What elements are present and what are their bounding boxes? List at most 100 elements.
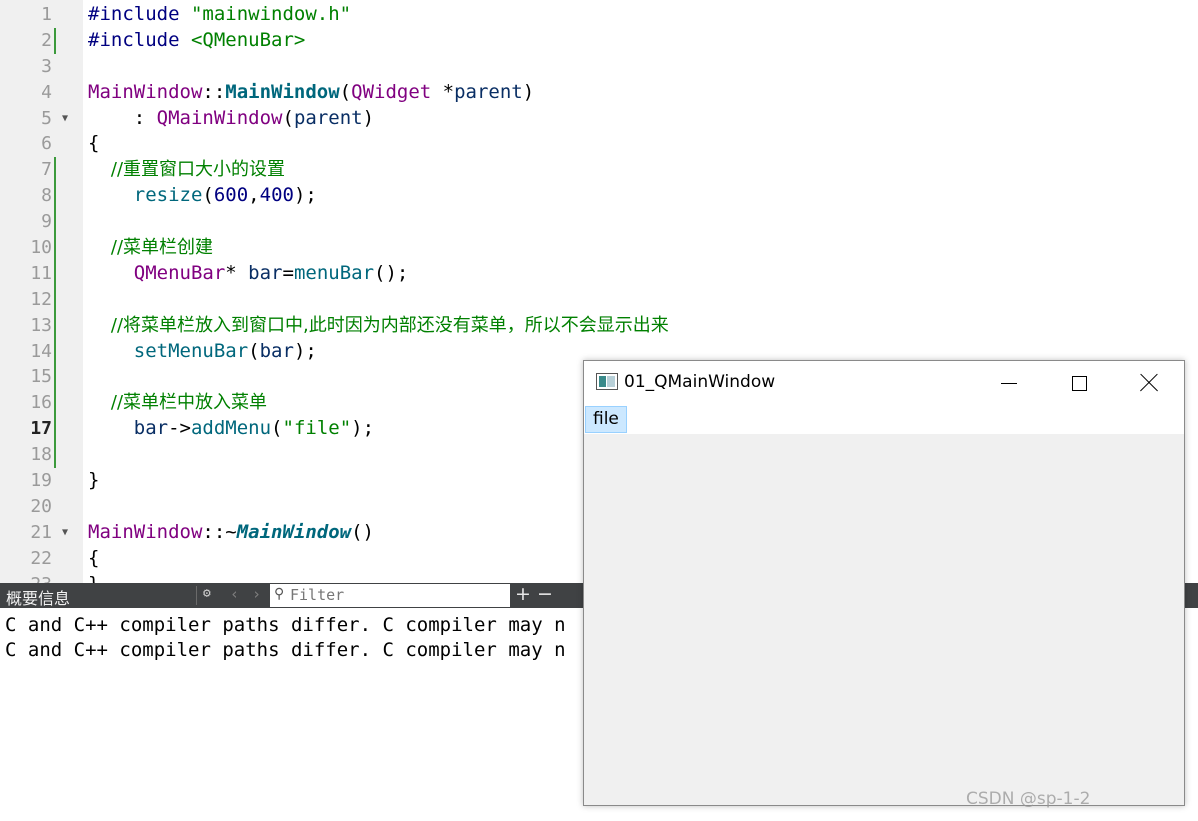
code-token: addMenu (190, 417, 272, 440)
code-token: ( (202, 184, 214, 207)
line-number: 23 (0, 572, 52, 583)
toolbar-separator (196, 586, 197, 605)
fold-arrow-icon[interactable]: ▼ (62, 106, 68, 132)
code-token: //菜单栏创建 (88, 237, 214, 259)
code-text: //菜单栏创建 (88, 235, 213, 261)
search-icon: ⚲ (274, 586, 285, 602)
code-token: //菜单栏中放入菜单 (88, 392, 268, 414)
line-number: 3 (41, 55, 52, 77)
line-number: 15 (30, 366, 52, 388)
code-text: //将菜单栏放入到窗口中,此时因为内部还没有菜单，所以不会显示出来 (88, 313, 669, 339)
output-line: C and C++ compiler paths differ. C compi… (5, 614, 566, 636)
code-token: "mainwindow.h" (190, 3, 352, 25)
menu-item-file[interactable]: file (585, 406, 627, 433)
code-token: = (282, 261, 294, 284)
code-text: } (88, 468, 99, 494)
change-marker (54, 312, 56, 339)
code-token: ) (522, 80, 535, 103)
line-number: 8 (41, 185, 52, 207)
minimize-button[interactable] (974, 361, 1044, 405)
code-token: menuBar (293, 261, 375, 284)
line-number: 18 (30, 444, 52, 466)
line-number: 16 (30, 392, 52, 414)
code-token: <QMenuBar> (190, 28, 306, 51)
menu-bar: file (584, 405, 1184, 434)
maximize-button[interactable] (1044, 361, 1114, 405)
maximize-icon (1071, 375, 1087, 391)
code-token: bar (259, 339, 294, 362)
line-number: 14 (30, 340, 52, 362)
code-token: : (88, 106, 157, 129)
code-token: resize (88, 184, 203, 207)
code-token: "file" (282, 417, 352, 440)
code-token: ); (351, 417, 375, 440)
line-number: 13 (30, 314, 52, 336)
code-text: resize(600,400); (88, 183, 317, 209)
line-number: 11 (30, 262, 52, 284)
next-item-icon[interactable]: › (252, 585, 261, 603)
code-token: * (431, 80, 455, 103)
change-marker (54, 260, 56, 287)
code-line: 6{ (0, 131, 1198, 157)
previous-item-icon[interactable]: ‹ (230, 585, 239, 603)
code-token: MainWindow (236, 520, 352, 543)
line-number: 5 (41, 107, 52, 129)
code-token: MainWindow (225, 80, 340, 103)
filter-input[interactable] (290, 585, 505, 605)
change-marker (54, 183, 56, 210)
code-line: 5 ▼ : QMainWindow(parent) (0, 106, 1198, 132)
zoom-out-button[interactable]: − (537, 583, 553, 605)
line-number: 2 (41, 29, 52, 51)
zoom-in-button[interactable]: + (515, 583, 531, 605)
fold-arrow-icon[interactable]: ▼ (62, 520, 68, 546)
change-marker (54, 209, 56, 236)
window-titlebar[interactable]: 01_QMainWindow (584, 361, 1184, 405)
code-token: ); (293, 339, 317, 362)
central-widget-area (584, 434, 1184, 805)
code-token: parent (293, 106, 363, 129)
code-token: , (248, 184, 260, 207)
line-number: 19 (30, 470, 52, 492)
code-line: 8 resize(600,400); (0, 183, 1198, 210)
change-marker (54, 157, 56, 184)
line-number: 17 (30, 418, 52, 440)
filter-field[interactable]: ⚲ (270, 584, 510, 607)
code-token: QMainWindow (156, 106, 283, 129)
code-token: bar (248, 261, 283, 284)
code-token: parent (454, 80, 523, 103)
code-line: 7 //重置窗口大小的设置 (0, 157, 1198, 184)
change-marker (54, 27, 56, 54)
watermark: CSDN @sp-1-2 (966, 789, 1091, 809)
change-marker (54, 442, 56, 469)
app-window-icon (596, 373, 618, 390)
code-token: 400 (259, 184, 294, 207)
code-token: * (225, 261, 249, 284)
filter-options-icon[interactable]: ⚙ (203, 586, 211, 601)
line-number: 1 (41, 4, 52, 25)
code-line: 12 (0, 286, 1198, 313)
code-token: () (351, 520, 374, 543)
code-token: { (88, 132, 100, 155)
code-token: (); (374, 261, 409, 284)
code-line: 10 //菜单栏创建 (0, 235, 1198, 261)
minimize-icon (1001, 382, 1017, 384)
code-line: 2 #include <QMenuBar> (0, 27, 1198, 54)
change-marker (54, 416, 56, 443)
close-button[interactable] (1114, 361, 1184, 405)
code-token: #include (88, 28, 191, 51)
change-marker (54, 390, 56, 417)
qmainwindow-app-window[interactable]: 01_QMainWindow file (583, 360, 1185, 806)
line-number: 20 (30, 495, 52, 517)
code-token: 600 (213, 184, 249, 207)
close-icon (1140, 374, 1158, 392)
code-text: QMenuBar* bar=menuBar(); (88, 261, 409, 287)
code-token: ( (339, 80, 352, 103)
code-token: ( (282, 106, 294, 129)
code-line: 9 (0, 209, 1198, 236)
code-token: ( (271, 417, 283, 440)
code-text: bar->addMenu("file"); (88, 416, 374, 442)
code-token: ) (362, 106, 375, 129)
code-token: QWidget (351, 80, 432, 103)
line-number: 4 (41, 81, 52, 103)
code-text: #include "mainwindow.h" (88, 2, 351, 28)
